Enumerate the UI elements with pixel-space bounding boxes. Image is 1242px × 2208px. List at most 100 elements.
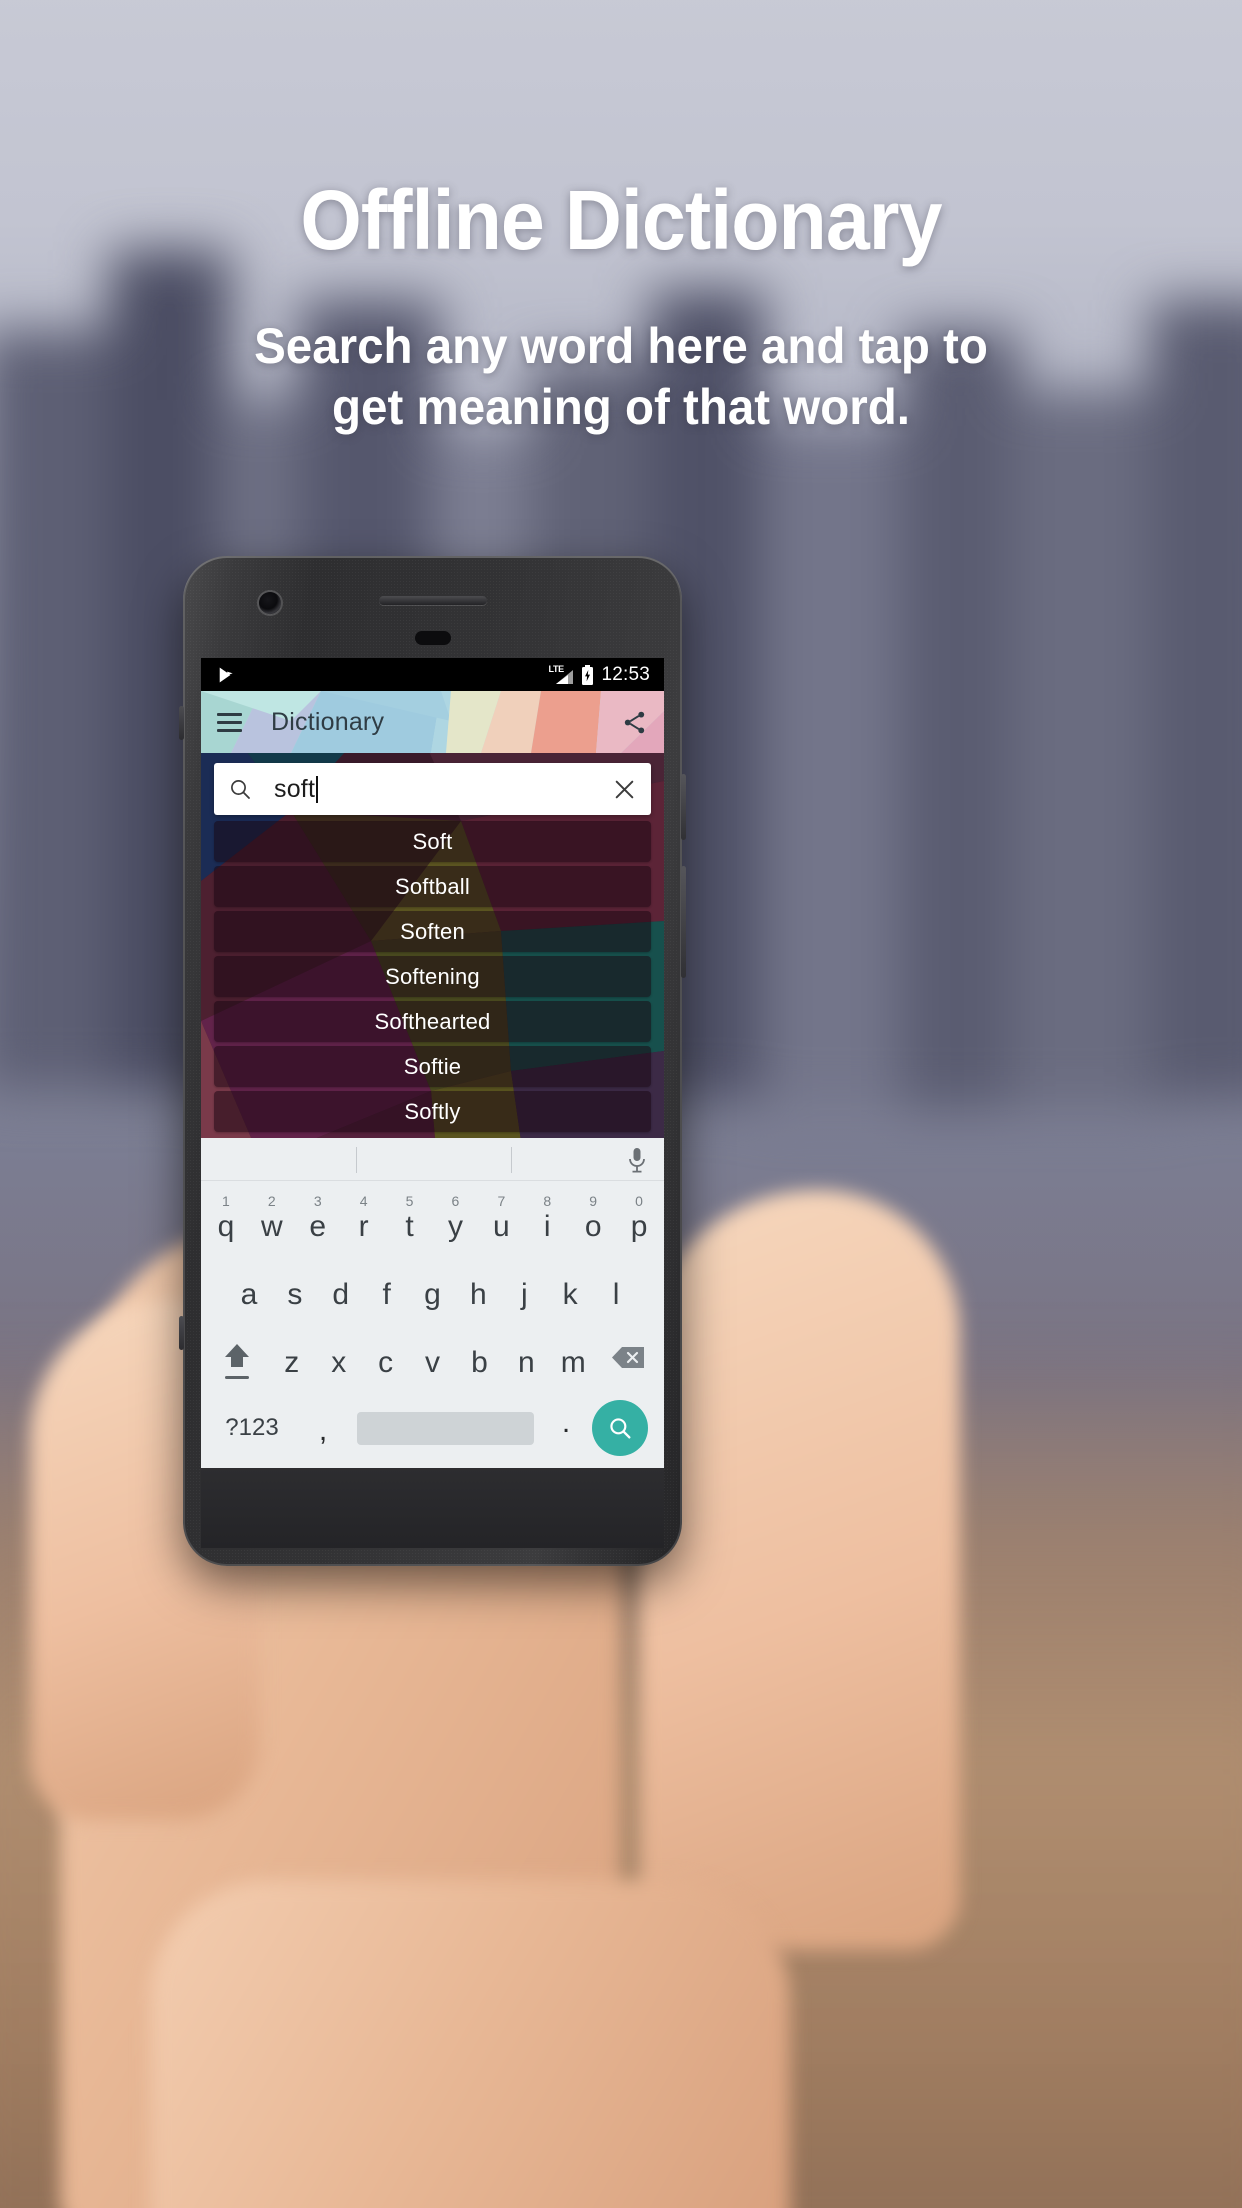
- key-label: x: [331, 1346, 347, 1379]
- key-label: u: [493, 1210, 510, 1243]
- comma-key[interactable]: ,: [295, 1400, 351, 1456]
- shift-icon: [224, 1343, 249, 1367]
- key-p[interactable]: 0p: [616, 1187, 662, 1255]
- key-b[interactable]: b: [456, 1323, 503, 1391]
- keyboard-row-2: a s d f g h j k l: [203, 1255, 662, 1323]
- key-label: g: [424, 1278, 441, 1311]
- key-l[interactable]: l: [593, 1255, 639, 1323]
- key-u[interactable]: 7u: [478, 1187, 524, 1255]
- front-camera-icon: [259, 592, 281, 614]
- microphone-icon[interactable]: [626, 1147, 648, 1173]
- key-y[interactable]: 6y: [433, 1187, 479, 1255]
- search-icon: [231, 780, 250, 799]
- left-side-detail-top: [179, 706, 184, 740]
- status-bar: LTE 12:53: [201, 658, 664, 691]
- app-bar: Dictionary: [201, 691, 664, 753]
- key-c[interactable]: c: [362, 1323, 409, 1391]
- strip-divider: [356, 1147, 357, 1173]
- key-number-hint: 7: [497, 1193, 506, 1209]
- network-indicator: LTE: [548, 664, 574, 684]
- search-input-value: soft: [274, 774, 316, 803]
- key-x[interactable]: x: [315, 1323, 362, 1391]
- key-w[interactable]: 2w: [249, 1187, 295, 1255]
- volume-button[interactable]: [681, 866, 686, 978]
- search-action-key[interactable]: [592, 1400, 648, 1456]
- keyboard-row-1: 1q 2w 3e 4r 5t 6y 7u 8i 9o 0p: [203, 1187, 662, 1255]
- shift-key[interactable]: [205, 1323, 268, 1391]
- page-subtitle-line1: Search any word here and tap to: [254, 318, 988, 375]
- key-label: h: [470, 1278, 487, 1311]
- key-label: m: [560, 1346, 586, 1379]
- list-item[interactable]: Softball: [214, 866, 651, 907]
- power-button[interactable]: [681, 774, 686, 840]
- key-number-hint: 4: [359, 1193, 368, 1209]
- app-content: Dictionary soft Soft Softball Soften Sof…: [201, 691, 664, 1468]
- key-number-hint: 6: [451, 1193, 460, 1209]
- key-label: k: [562, 1278, 578, 1311]
- key-d[interactable]: d: [318, 1255, 364, 1323]
- key-a[interactable]: a: [226, 1255, 272, 1323]
- key-n[interactable]: n: [503, 1323, 550, 1391]
- key-number-hint: 5: [405, 1193, 414, 1209]
- key-number-hint: 0: [635, 1193, 643, 1209]
- list-item[interactable]: Softly: [214, 1091, 651, 1132]
- keyboard-suggestion-strip: [201, 1138, 664, 1181]
- key-s[interactable]: s: [272, 1255, 318, 1323]
- list-item[interactable]: Soften: [214, 911, 651, 952]
- key-i[interactable]: 8i: [524, 1187, 570, 1255]
- key-label: d: [332, 1278, 350, 1311]
- close-icon[interactable]: [612, 777, 637, 802]
- key-v[interactable]: v: [409, 1323, 456, 1391]
- search-input[interactable]: soft: [214, 763, 651, 815]
- key-label: n: [517, 1346, 535, 1379]
- list-item[interactable]: Soft: [214, 821, 651, 862]
- left-side-detail-bottom: [179, 1316, 184, 1350]
- suggestion-list: Soft Softball Soften Softening Softheart…: [201, 815, 664, 1132]
- space-key[interactable]: [357, 1411, 534, 1445]
- key-t[interactable]: 5t: [387, 1187, 433, 1255]
- key-j[interactable]: j: [501, 1255, 547, 1323]
- hamburger-menu-icon[interactable]: [217, 712, 242, 732]
- phone-bottom-bezel: [201, 1468, 664, 1548]
- symbols-key[interactable]: ?123: [209, 1400, 295, 1456]
- key-f[interactable]: f: [364, 1255, 410, 1323]
- key-label: c: [378, 1346, 394, 1379]
- key-label: q: [217, 1210, 235, 1243]
- key-e[interactable]: 3e: [295, 1187, 341, 1255]
- text-cursor: [316, 775, 319, 803]
- list-item[interactable]: Softie: [214, 1046, 651, 1087]
- share-icon[interactable]: [621, 709, 648, 736]
- search-icon: [610, 1418, 631, 1439]
- key-number-hint: 9: [589, 1193, 598, 1209]
- keyboard-row-4: ?123 , .: [203, 1391, 662, 1465]
- list-item[interactable]: Softhearted: [214, 1001, 651, 1042]
- backspace-icon: [612, 1346, 645, 1368]
- key-label: y: [447, 1210, 463, 1243]
- key-o[interactable]: 9o: [570, 1187, 616, 1255]
- key-label: a: [240, 1278, 258, 1311]
- key-z[interactable]: z: [268, 1323, 315, 1391]
- key-k[interactable]: k: [547, 1255, 593, 1323]
- key-m[interactable]: m: [550, 1323, 597, 1391]
- key-label: s: [287, 1278, 303, 1311]
- keyboard-rows: 1q 2w 3e 4r 5t 6y 7u 8i 9o 0p a s d f g …: [201, 1181, 664, 1465]
- period-key[interactable]: .: [540, 1400, 592, 1456]
- key-h[interactable]: h: [455, 1255, 501, 1323]
- page-subtitle-line2: get meaning of that word.: [332, 379, 910, 436]
- key-r[interactable]: 4r: [341, 1187, 387, 1255]
- search-area: soft: [201, 753, 664, 815]
- key-label: z: [284, 1346, 300, 1379]
- list-item[interactable]: Softening: [214, 956, 651, 997]
- key-g[interactable]: g: [410, 1255, 456, 1323]
- signal-bars-icon: [556, 670, 574, 684]
- key-label: e: [309, 1210, 327, 1243]
- backspace-key[interactable]: [597, 1323, 660, 1391]
- hand-fingers: [640, 1190, 960, 1950]
- battery-charging-icon: [582, 664, 594, 685]
- key-label: w: [260, 1210, 283, 1243]
- key-label: r: [358, 1210, 369, 1243]
- key-label: l: [612, 1278, 620, 1311]
- key-label: j: [520, 1278, 528, 1311]
- key-q[interactable]: 1q: [203, 1187, 249, 1255]
- play-store-icon: [218, 665, 233, 684]
